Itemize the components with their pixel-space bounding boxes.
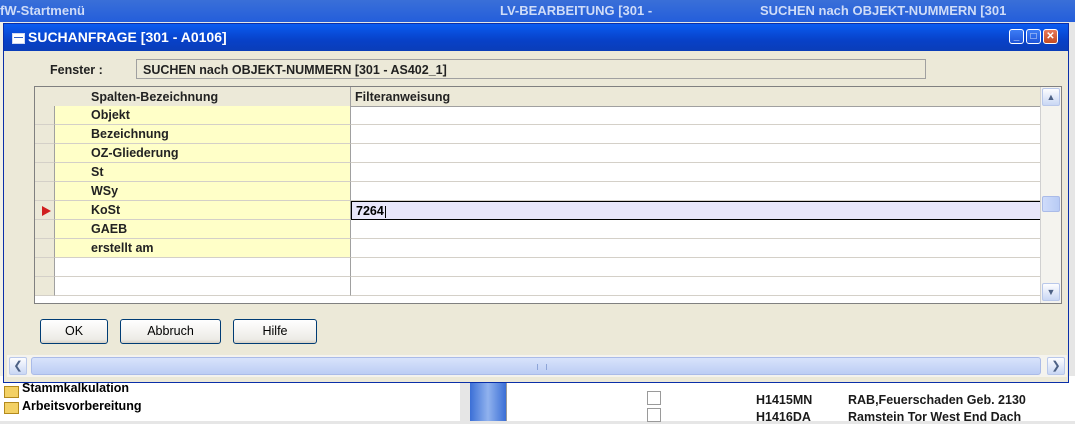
scroll-right-icon[interactable]: ❯ — [1047, 357, 1065, 375]
window-icon — [12, 33, 25, 44]
folder-icon — [4, 402, 19, 414]
tree-item[interactable]: Arbeitsvorbereitung — [22, 399, 141, 413]
filter-input[interactable] — [351, 106, 1043, 125]
filter-input[interactable] — [351, 144, 1043, 163]
ok-button[interactable]: OK — [40, 319, 108, 344]
row-column-name[interactable]: St — [55, 163, 351, 182]
horizontal-scroll-thumb[interactable] — [31, 357, 1041, 375]
row-selector[interactable] — [35, 220, 55, 239]
cancel-button[interactable]: Abbruch — [120, 319, 221, 344]
fenster-value: SUCHEN nach OBJEKT-NUMMERN [301 - AS402_… — [143, 63, 447, 77]
filter-input[interactable] — [351, 163, 1043, 182]
background-window-title[interactable]: SUCHEN nach OBJEKT-NUMMERN [301 — [760, 3, 1060, 18]
filter-input[interactable] — [351, 220, 1043, 239]
row-selector[interactable] — [35, 144, 55, 163]
text-caret — [384, 205, 386, 218]
table-cell: Ramstein Tor West End Dach — [848, 410, 1022, 424]
dialog-title-bar[interactable]: SUCHANFRAGE [301 - A0106] _ □ ✕ — [4, 24, 1068, 51]
row-column-name[interactable]: OZ-Gliederung — [55, 144, 351, 163]
row-column-name[interactable] — [55, 258, 351, 277]
filter-grid: Spalten-Bezeichnung Filteranweisung Obje… — [34, 86, 1062, 304]
maximize-icon[interactable]: □ — [1026, 29, 1041, 44]
search-dialog: SUCHANFRAGE [301 - A0106] _ □ ✕ Fenster … — [3, 23, 1069, 383]
background-window-title[interactable]: fW-Startmenü — [0, 3, 160, 18]
table-cell: H1416DA — [756, 410, 811, 424]
filter-input-active[interactable]: 7264 — [351, 201, 1043, 220]
scroll-up-icon[interactable]: ▲ — [1042, 88, 1060, 106]
row-column-name[interactable]: WSy — [55, 182, 351, 201]
help-button[interactable]: Hilfe — [233, 319, 317, 344]
scroll-thumb[interactable] — [1042, 196, 1060, 212]
row-selector[interactable] — [35, 106, 55, 125]
dialog-title: SUCHANFRAGE [301 - A0106] — [28, 29, 227, 45]
vertical-scrollbar[interactable]: ▲ ▼ — [1040, 87, 1061, 303]
current-row-arrow-icon — [42, 206, 51, 216]
fenster-label: Fenster : — [50, 63, 103, 77]
row-selector[interactable] — [35, 258, 55, 277]
fenster-field: SUCHEN nach OBJEKT-NUMMERN [301 - AS402_… — [136, 59, 926, 79]
table-cell: H1415MN — [756, 393, 813, 407]
window-info-row: Fenster : SUCHEN nach OBJEKT-NUMMERN [30… — [32, 59, 930, 81]
row-column-name[interactable]: GAEB — [55, 220, 351, 239]
close-icon[interactable]: ✕ — [1043, 29, 1058, 44]
row-column-name[interactable] — [55, 277, 351, 296]
checkbox[interactable] — [647, 391, 661, 405]
filter-input[interactable] — [351, 239, 1043, 258]
column-header-name[interactable]: Spalten-Bezeichnung — [55, 87, 351, 107]
grid-corner-header — [35, 87, 55, 107]
filter-input[interactable] — [351, 182, 1043, 201]
minimize-icon[interactable]: _ — [1009, 29, 1024, 44]
row-selector[interactable] — [35, 125, 55, 144]
row-selector[interactable] — [35, 239, 55, 258]
filter-input[interactable] — [351, 125, 1043, 144]
row-selector[interactable] — [35, 277, 55, 296]
scroll-down-icon[interactable]: ▼ — [1042, 283, 1060, 301]
filter-input[interactable] — [351, 277, 1043, 296]
filter-value: 7264 — [356, 204, 384, 218]
folder-icon — [4, 386, 19, 398]
scroll-left-icon[interactable]: ❮ — [9, 357, 27, 375]
background-title-bar: fW-Startmenü LV-BEARBEITUNG [301 - SUCHE… — [0, 0, 1075, 22]
tree-item[interactable]: Stammkalkulation — [22, 381, 129, 395]
row-column-name[interactable]: Bezeichnung — [55, 125, 351, 144]
table-cell: RAB,Feuerschaden Geb. 2130 — [848, 393, 1026, 407]
row-column-name[interactable]: erstellt am — [55, 239, 351, 258]
column-header-filter[interactable]: Filteranweisung — [351, 87, 1043, 107]
background-window-title[interactable]: LV-BEARBEITUNG [301 - — [500, 3, 700, 18]
row-column-name[interactable]: KoSt — [55, 201, 351, 220]
row-selector[interactable] — [35, 163, 55, 182]
row-selector[interactable] — [35, 201, 55, 220]
filter-input[interactable] — [351, 258, 1043, 277]
row-column-name[interactable]: Objekt — [55, 106, 351, 125]
checkbox[interactable] — [647, 408, 661, 422]
horizontal-scrollbar[interactable]: ❮ ❯ — [7, 355, 1067, 377]
grip-icon — [537, 364, 547, 370]
row-selector[interactable] — [35, 182, 55, 201]
